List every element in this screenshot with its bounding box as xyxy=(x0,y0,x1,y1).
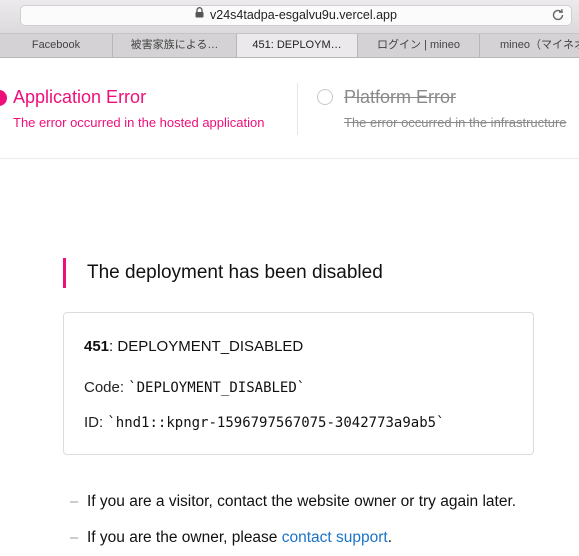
tab-strip: Facebook 被害家族による… 451: DEPLOYM… ログイン | m… xyxy=(0,34,579,58)
platform-error-description: The error occurred in the infrastructure xyxy=(344,115,567,130)
platform-error-radio-icon xyxy=(317,89,333,105)
status-name: : DEPLOYMENT_DISABLED xyxy=(109,338,304,355)
tab-label: Facebook xyxy=(31,39,81,51)
heading-accent-bar xyxy=(63,258,66,288)
owner-instructions: If you are the owner, please contact sup… xyxy=(87,529,392,547)
lock-icon xyxy=(195,5,204,24)
url-text: v24s4tadpa-esgalvu9u.vercel.app xyxy=(210,8,397,22)
url-display[interactable]: v24s4tadpa-esgalvu9u.vercel.app xyxy=(21,6,571,25)
code-label: Code: xyxy=(84,379,125,396)
owner-text: If you are the owner, please xyxy=(87,529,282,546)
error-details-card: 451: DEPLOYMENT_DISABLED Code: `DEPLOYME… xyxy=(63,312,534,455)
status-code: 451 xyxy=(84,338,110,355)
id-label: ID: xyxy=(84,414,104,431)
tab-label: ログイン | mineo xyxy=(377,39,460,51)
contact-support-link[interactable]: contact support xyxy=(282,529,388,546)
owner-text-end: . xyxy=(387,529,393,546)
page-title: The deployment has been disabled xyxy=(87,262,383,283)
application-error-description: The error occurred in the hosted applica… xyxy=(13,115,265,130)
error-type-header: Application Error The error occurred in … xyxy=(0,58,579,159)
tab-mineo[interactable]: mineo（マイネオ） xyxy=(480,34,579,57)
tab-label: 451: DEPLOYM… xyxy=(252,39,342,51)
error-status-line: 451: DEPLOYMENT_DISABLED xyxy=(84,338,303,355)
error-code-row: Code: `DEPLOYMENT_DISABLED` xyxy=(84,379,305,396)
tab-mineo-login[interactable]: ログイン | mineo xyxy=(358,34,480,57)
code-value: `DEPLOYMENT_DISABLED` xyxy=(128,380,306,396)
id-value: `hnd1::kpngr-1596797567075-3042773a9ab5` xyxy=(107,415,445,431)
platform-error-title: Platform Error xyxy=(344,87,457,107)
error-id-row: ID: `hnd1::kpngr-1596797567075-3042773a9… xyxy=(84,414,445,431)
bullet-dash: – xyxy=(70,493,79,510)
tab-label: mineo（マイネオ） xyxy=(500,39,579,51)
address-bar[interactable]: v24s4tadpa-esgalvu9u.vercel.app xyxy=(20,5,572,26)
application-error-title: Application Error xyxy=(13,87,147,107)
application-error-radio-icon xyxy=(0,90,7,106)
tab-facebook[interactable]: Facebook xyxy=(0,34,113,57)
tab-victims-family[interactable]: 被害家族による… xyxy=(113,34,237,57)
bullet-dash: – xyxy=(70,529,79,546)
divider xyxy=(297,83,298,135)
tab-label: 被害家族による… xyxy=(130,39,219,51)
tab-deployment-error[interactable]: 451: DEPLOYM… xyxy=(237,34,358,57)
visitor-instructions: If you are a visitor, contact the websit… xyxy=(87,493,517,510)
reload-icon[interactable] xyxy=(551,8,565,22)
browser-toolbar: v24s4tadpa-esgalvu9u.vercel.app xyxy=(0,0,579,34)
